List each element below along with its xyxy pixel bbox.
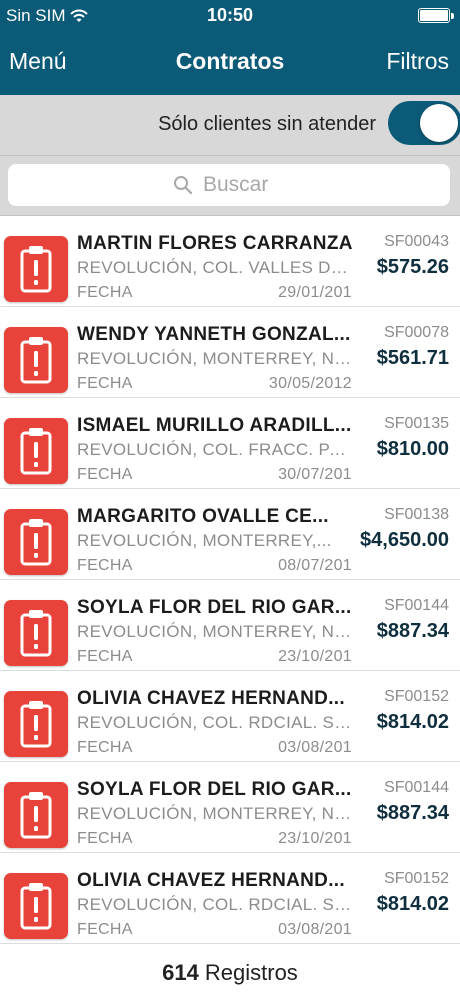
contract-row[interactable]: MARGARITO OVALLE CE... REVOLUCIÓN, MONTER… <box>0 489 460 580</box>
filters-button[interactable]: Filtros <box>386 48 449 75</box>
contract-row[interactable]: WENDY YANNETH GONZAL... REVOLUCIÓN, MONTE… <box>0 307 460 398</box>
records-count: 614 <box>162 960 199 985</box>
contract-code: SF00078 <box>384 324 449 341</box>
contract-row[interactable]: OLIVIA CHAVEZ HERNAND... REVOLUCIÓN, COL.… <box>0 671 460 762</box>
contract-code: SF00135 <box>384 415 449 432</box>
contract-amount: $810.00 <box>376 438 449 460</box>
search-input[interactable] <box>201 172 285 198</box>
contract-amount: $575.26 <box>376 256 449 278</box>
contract-date: 23/10/201 <box>278 830 352 847</box>
unattended-toggle[interactable] <box>388 101 460 145</box>
contract-date: 29/01/201 <box>278 284 352 301</box>
client-address: REVOLUCIÓN, COL. VALLES DE... <box>77 258 352 277</box>
date-label: FECHA <box>77 466 133 483</box>
clipboard-alert-icon <box>4 327 68 393</box>
client-name: WENDY YANNETH GONZAL... <box>77 324 351 345</box>
contract-row[interactable]: SOYLA FLOR DEL RIO GAR... REVOLUCIÓN, MON… <box>0 762 460 853</box>
client-name: SOYLA FLOR DEL RIO GAR... <box>77 597 352 618</box>
client-name: ISMAEL MURILLO ARADILL... <box>77 415 352 436</box>
client-name: OLIVIA CHAVEZ HERNAND... <box>77 870 345 891</box>
client-address: REVOLUCIÓN, COL. RDCIAL. SA... <box>77 713 352 732</box>
contract-code: SF00138 <box>384 506 449 523</box>
date-label: FECHA <box>77 375 133 392</box>
contract-date: 30/07/201 <box>278 466 352 483</box>
clipboard-alert-icon <box>4 418 68 484</box>
battery-icon <box>418 8 454 23</box>
clock: 10:50 <box>206 5 254 25</box>
contract-date: 03/08/201 <box>278 739 352 756</box>
contract-amount: $814.02 <box>376 711 449 733</box>
client-address: REVOLUCIÓN, COL. RDCIAL. SA... <box>77 895 352 914</box>
contract-date: 23/10/201 <box>278 648 352 665</box>
date-label: FECHA <box>77 739 133 756</box>
contract-amount: $887.34 <box>376 620 449 642</box>
contract-amount: $887.34 <box>376 802 449 824</box>
client-name: OLIVIA CHAVEZ HERNAND... <box>77 688 345 709</box>
contract-code: SF00144 <box>384 597 449 614</box>
search-box[interactable] <box>8 164 450 206</box>
contract-row[interactable]: SOYLA FLOR DEL RIO GAR... REVOLUCIÓN, MON… <box>0 580 460 671</box>
clipboard-alert-icon <box>4 782 68 848</box>
contract-code: SF00144 <box>384 779 449 796</box>
filter-bar: Sólo clientes sin atender <box>0 95 460 156</box>
client-address: REVOLUCIÓN, MONTERREY, N.L.... <box>77 349 352 368</box>
client-address: REVOLUCIÓN, COL. FRACC. PAS... <box>77 440 352 459</box>
contract-code: SF00152 <box>384 870 449 887</box>
client-address: REVOLUCIÓN, MONTERREY, N.L... <box>77 804 352 823</box>
toggle-knob <box>420 104 458 142</box>
contract-amount: $561.71 <box>376 347 449 369</box>
clipboard-alert-icon <box>4 691 68 757</box>
contract-date: 03/08/201 <box>278 921 352 938</box>
contract-code: SF00043 <box>384 233 449 250</box>
clipboard-alert-icon <box>4 236 68 302</box>
date-label: FECHA <box>77 284 133 301</box>
app-header: Sin SIM 10:50 Menú Contratos Filtros <box>0 0 460 95</box>
contract-code: SF00152 <box>384 688 449 705</box>
records-label: Registros <box>204 960 298 985</box>
client-address: REVOLUCIÓN, MONTERREY, N.L... <box>77 622 352 641</box>
contract-amount: $4,650.00 <box>360 529 449 551</box>
date-label: FECHA <box>77 921 133 938</box>
date-label: FECHA <box>77 648 133 665</box>
client-name: MARGARITO OVALLE CE... <box>77 506 329 527</box>
client-name: MARTIN FLORES CARRANZA <box>77 233 353 254</box>
contract-date: 08/07/201 <box>278 557 352 574</box>
clipboard-alert-icon <box>4 600 68 666</box>
client-name: SOYLA FLOR DEL RIO GAR... <box>77 779 352 800</box>
status-bar: Sin SIM 10:50 <box>0 0 460 30</box>
contract-row[interactable]: ISMAEL MURILLO ARADILL... REVOLUCIÓN, COL… <box>0 398 460 489</box>
filter-label: Sólo clientes sin atender <box>158 113 376 135</box>
contract-row[interactable]: OLIVIA CHAVEZ HERNAND... REVOLUCIÓN, COL.… <box>0 853 460 944</box>
clipboard-alert-icon <box>4 873 68 939</box>
records-footer: 614 Registros <box>0 945 460 996</box>
contract-row[interactable]: MARTIN FLORES CARRANZA REVOLUCIÓN, COL. V… <box>0 216 460 307</box>
contract-amount: $814.02 <box>376 893 449 915</box>
clipboard-alert-icon <box>4 509 68 575</box>
client-address: REVOLUCIÓN, MONTERREY,... <box>77 531 332 550</box>
date-label: FECHA <box>77 830 133 847</box>
contract-list: MARTIN FLORES CARRANZA REVOLUCIÓN, COL. V… <box>0 216 460 944</box>
search-bar <box>0 156 460 216</box>
date-label: FECHA <box>77 557 133 574</box>
nav-bar: Menú Contratos Filtros <box>0 30 460 95</box>
search-icon <box>174 176 193 195</box>
contract-date: 30/05/2012 <box>268 375 352 392</box>
